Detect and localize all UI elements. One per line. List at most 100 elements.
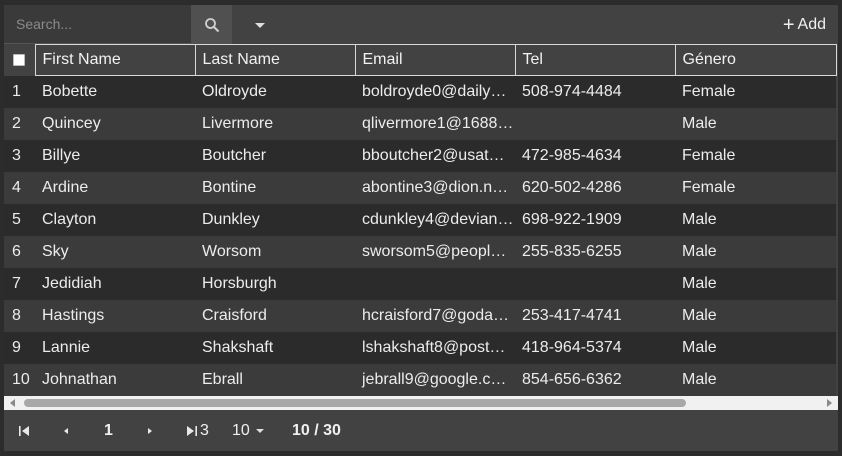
cell-first-name[interactable]: Bobette bbox=[35, 76, 195, 108]
cell-first-name[interactable]: Lannie bbox=[35, 332, 195, 364]
cell-gender[interactable]: Female bbox=[675, 76, 836, 108]
cell-email[interactable]: hcraisford7@goda… bbox=[355, 300, 515, 332]
cell-email[interactable]: lshakshaft8@post… bbox=[355, 332, 515, 364]
cell-gender[interactable]: Male bbox=[675, 204, 836, 236]
search-button[interactable] bbox=[191, 5, 232, 44]
scroll-right-icon[interactable] bbox=[827, 399, 832, 407]
cell-tel[interactable]: 472-985-4634 bbox=[515, 140, 675, 172]
cell-tel[interactable]: 508-974-4484 bbox=[515, 76, 675, 108]
cell-tel[interactable]: 253-417-4741 bbox=[515, 300, 675, 332]
column-header-gender[interactable]: Género bbox=[674, 44, 837, 76]
cell-email[interactable]: boldroyde0@daily… bbox=[355, 76, 515, 108]
column-header-email[interactable]: Email bbox=[354, 44, 516, 76]
cell-email[interactable]: qlivermore1@1688… bbox=[355, 108, 515, 140]
search-icon bbox=[204, 17, 219, 32]
table-row[interactable]: 8 Hastings Craisford hcraisford7@goda… 2… bbox=[4, 299, 836, 332]
select-all-checkbox[interactable] bbox=[13, 53, 26, 66]
select-all-cell bbox=[4, 45, 35, 76]
row-number: 5 bbox=[12, 210, 21, 228]
current-page[interactable]: 1 bbox=[104, 422, 113, 440]
prev-page-icon bbox=[64, 428, 68, 434]
cell-first-name[interactable]: Clayton bbox=[35, 204, 195, 236]
cell-tel[interactable] bbox=[515, 268, 675, 300]
table-row[interactable]: 3 Billye Boutcher bboutcher2@usat… 472-9… bbox=[4, 139, 836, 172]
search-box bbox=[4, 5, 191, 44]
table-row[interactable]: 9 Lannie Shakshaft lshakshaft8@post… 418… bbox=[4, 331, 836, 364]
row-number: 7 bbox=[12, 274, 21, 292]
page-size-value: 10 bbox=[232, 422, 250, 439]
column-header-first-name[interactable]: First Name bbox=[34, 44, 196, 76]
cell-last-name[interactable]: Shakshaft bbox=[195, 332, 355, 364]
cell-email[interactable]: jebrall9@google.c… bbox=[355, 364, 515, 396]
cell-email[interactable]: sworsom5@peopl… bbox=[355, 236, 515, 268]
scrollbar-thumb[interactable] bbox=[24, 399, 686, 407]
next-page-button[interactable] bbox=[146, 422, 154, 440]
total-pages: 3 bbox=[200, 422, 209, 439]
last-page-button[interactable] bbox=[186, 422, 198, 440]
cell-first-name[interactable]: Quincey bbox=[35, 108, 195, 140]
data-grid: + Add First Name Last Name Email Tel Gén… bbox=[4, 5, 838, 451]
table-row[interactable]: 10 Johnathan Ebrall jebrall9@google.c… 8… bbox=[4, 363, 836, 396]
cell-tel[interactable]: 418-964-5374 bbox=[515, 332, 675, 364]
horizontal-scrollbar[interactable] bbox=[4, 396, 838, 410]
scroll-left-icon[interactable] bbox=[10, 399, 15, 407]
cell-email[interactable]: cdunkley4@devian… bbox=[355, 204, 515, 236]
cell-first-name[interactable]: Johnathan bbox=[35, 364, 195, 396]
table-row[interactable]: 2 Quincey Livermore qlivermore1@1688… Ma… bbox=[4, 107, 836, 140]
cell-first-name[interactable]: Billye bbox=[35, 140, 195, 172]
row-number: 3 bbox=[12, 146, 21, 164]
table-row[interactable]: 5 Clayton Dunkley cdunkley4@devian… 698-… bbox=[4, 203, 836, 236]
cell-last-name[interactable]: Craisford bbox=[195, 300, 355, 332]
table-row[interactable]: 1 Bobette Oldroyde boldroyde0@daily… 508… bbox=[4, 75, 836, 108]
page-size-select[interactable]: 10 bbox=[232, 422, 264, 440]
search-input[interactable] bbox=[4, 5, 191, 43]
cell-email[interactable] bbox=[355, 268, 515, 300]
column-header-tel[interactable]: Tel bbox=[514, 44, 676, 76]
cell-last-name[interactable]: Worsom bbox=[195, 236, 355, 268]
next-page-icon bbox=[148, 428, 152, 434]
cell-email[interactable]: bboutcher2@usat… bbox=[355, 140, 515, 172]
cell-last-name[interactable]: Horsburgh bbox=[195, 268, 355, 300]
cell-gender[interactable]: Male bbox=[675, 364, 836, 396]
cell-tel[interactable]: 698-922-1909 bbox=[515, 204, 675, 236]
cell-last-name[interactable]: Ebrall bbox=[195, 364, 355, 396]
cell-tel[interactable]: 255-835-6255 bbox=[515, 236, 675, 268]
cell-last-name[interactable]: Boutcher bbox=[195, 140, 355, 172]
cell-last-name[interactable]: Livermore bbox=[195, 108, 355, 140]
cell-tel[interactable] bbox=[515, 108, 675, 140]
cell-last-name[interactable]: Oldroyde bbox=[195, 76, 355, 108]
row-number: 4 bbox=[12, 178, 21, 196]
cell-gender[interactable]: Male bbox=[675, 300, 836, 332]
cell-email[interactable]: abontine3@dion.n… bbox=[355, 172, 515, 204]
cell-gender[interactable]: Female bbox=[675, 140, 836, 172]
first-page-button[interactable] bbox=[18, 422, 30, 440]
cell-gender[interactable]: Male bbox=[675, 108, 836, 140]
grid-toolbar: + Add bbox=[4, 5, 838, 44]
table-row[interactable]: 6 Sky Worsom sworsom5@peopl… 255-835-625… bbox=[4, 235, 836, 268]
chevron-down-icon bbox=[255, 22, 265, 28]
row-number: 6 bbox=[12, 242, 21, 260]
table-row[interactable]: 4 Ardine Bontine abontine3@dion.n… 620-5… bbox=[4, 171, 836, 204]
cell-first-name[interactable]: Sky bbox=[35, 236, 195, 268]
row-number: 1 bbox=[12, 82, 21, 100]
cell-gender[interactable]: Female bbox=[675, 172, 836, 204]
table-row[interactable]: 7 Jedidiah Horsburgh Male bbox=[4, 267, 836, 300]
cell-last-name[interactable]: Dunkley bbox=[195, 204, 355, 236]
row-number: 2 bbox=[12, 114, 21, 132]
cell-first-name[interactable]: Ardine bbox=[35, 172, 195, 204]
cell-first-name[interactable]: Jedidiah bbox=[35, 268, 195, 300]
prev-page-button[interactable] bbox=[62, 422, 70, 440]
column-header-last-name[interactable]: Last Name bbox=[194, 44, 356, 76]
search-options-dropdown[interactable] bbox=[246, 15, 274, 35]
cell-gender[interactable]: Male bbox=[675, 268, 836, 300]
cell-first-name[interactable]: Hastings bbox=[35, 300, 195, 332]
cell-gender[interactable]: Male bbox=[675, 236, 836, 268]
cell-tel[interactable]: 854-656-6362 bbox=[515, 364, 675, 396]
pagination-bar: 1 3 10 10 / 30 bbox=[4, 410, 838, 451]
row-number: 10 bbox=[12, 370, 30, 388]
cell-tel[interactable]: 620-502-4286 bbox=[515, 172, 675, 204]
cell-gender[interactable]: Male bbox=[675, 332, 836, 364]
add-button[interactable]: + Add bbox=[783, 13, 826, 37]
plus-icon: + bbox=[782, 14, 795, 36]
cell-last-name[interactable]: Bontine bbox=[195, 172, 355, 204]
